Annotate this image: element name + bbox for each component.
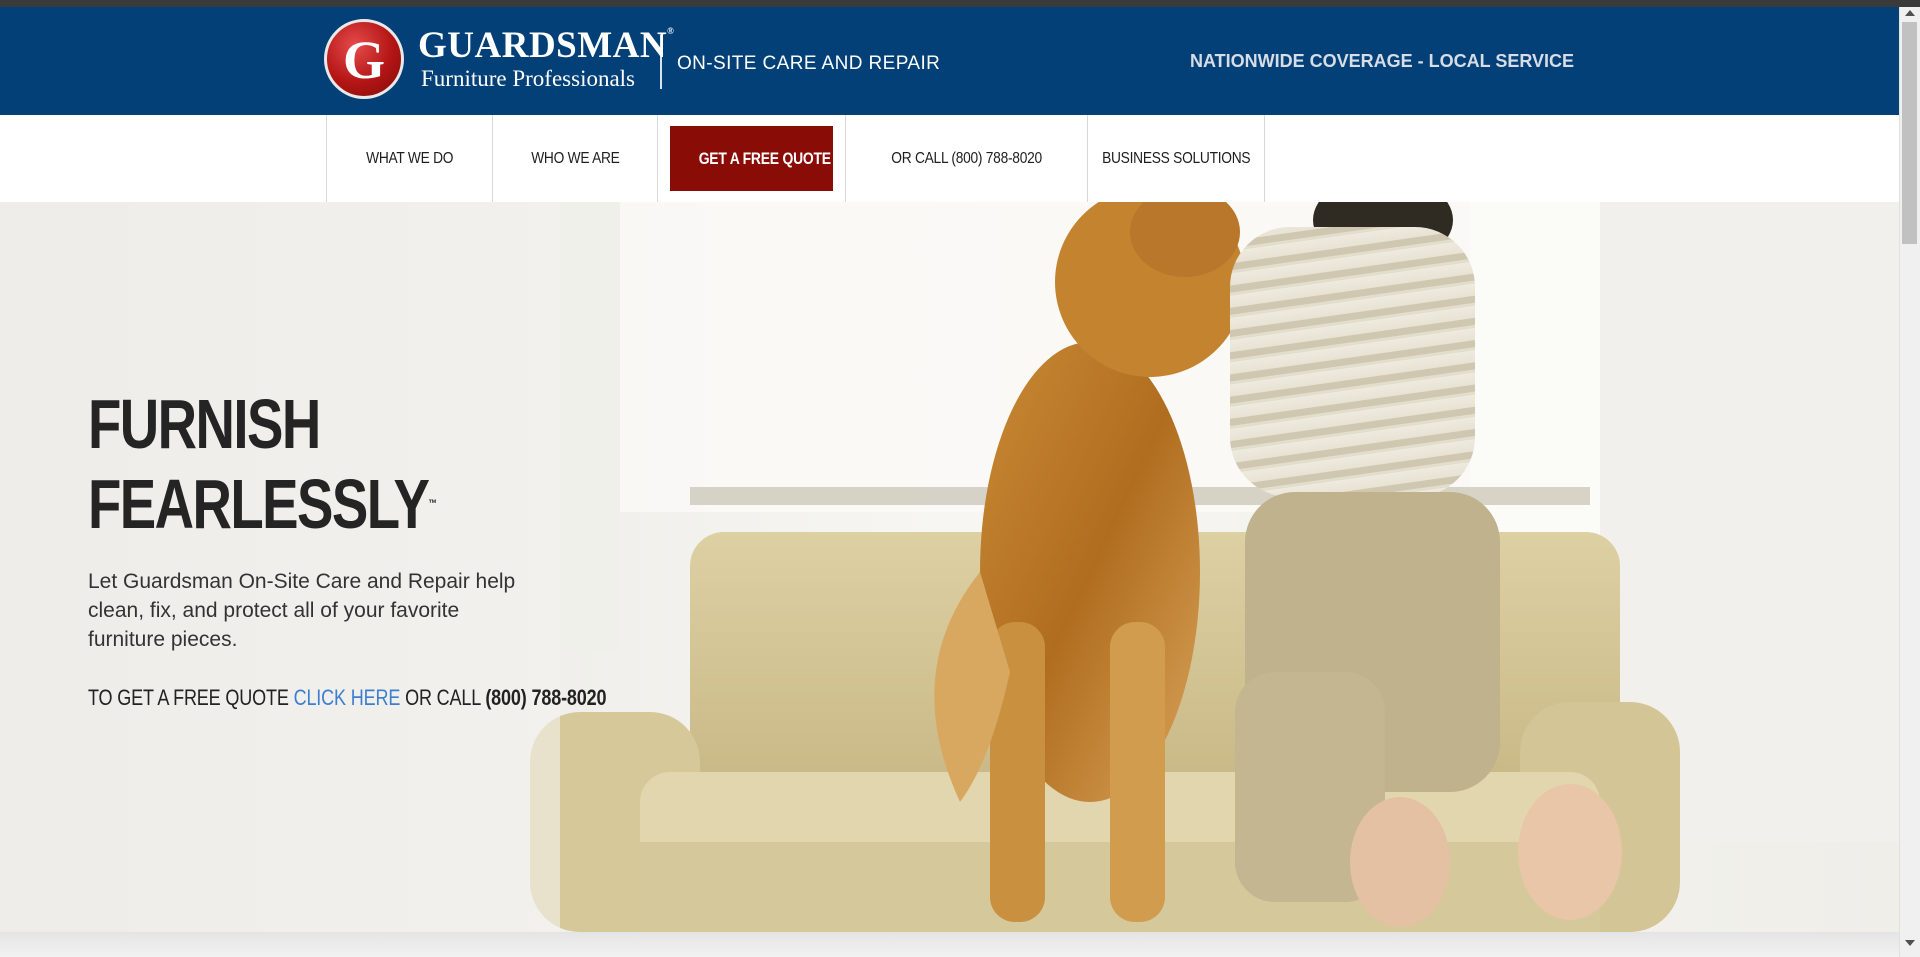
service-label: ON-SITE CARE AND REPAIR [677,53,941,74]
hero-description: Let Guardsman On-Site Care and Repair he… [88,570,516,651]
hero-title: FURNISH FEARLESSLY™ [88,385,437,543]
nav-who-we-are[interactable]: WHO WE ARE [492,115,657,202]
site-header: G GUARDSMAN® Furniture Professionals ON-… [0,7,1899,115]
nav-what-we-do[interactable]: WHAT WE DO [326,115,492,202]
logo-letter: G [342,30,385,90]
main-nav: WHAT WE DO WHO WE ARE GET A FREE QUOTE O… [0,115,1899,202]
nav-call-phone[interactable]: OR CALL (800) 788-8020 [845,115,1087,202]
cta-middle: OR CALL [405,685,481,710]
scroll-up-arrow-icon[interactable] [1905,10,1915,16]
click-here-link[interactable]: CLICK HERE [294,685,401,710]
cta-prefix: TO GET A FREE QUOTE [88,685,289,710]
trademark-mark: ™ [428,498,437,510]
nav-quote-cell: GET A FREE QUOTE [657,115,845,202]
nav-business-solutions[interactable]: BUSINESS SOLUTIONS [1087,115,1265,202]
get-free-quote-button[interactable]: GET A FREE QUOTE [670,126,833,191]
coverage-label: NATIONWIDE COVERAGE - LOCAL SERVICE [1190,51,1575,71]
scroll-down-arrow-icon[interactable] [1905,940,1915,946]
cta-phone-number[interactable]: (800) 788-8020 [485,685,606,710]
hero-cta: TO GET A FREE QUOTE CLICK HERE OR CALL (… [88,685,607,711]
brand-name[interactable]: GUARDSMAN® [418,26,675,65]
scrollbar-thumb[interactable] [1902,22,1917,244]
brand-subtitle: Furniture Professionals [421,66,636,91]
window-top-strip [0,0,1920,7]
header-divider [660,35,662,89]
guardsman-logo-icon[interactable]: G [324,19,404,99]
page-bottom-band [0,932,1899,957]
registered-mark: ® [667,26,675,36]
hero-banner: FURNISH FEARLESSLY™ Let Guardsman On-Site… [0,202,1899,932]
